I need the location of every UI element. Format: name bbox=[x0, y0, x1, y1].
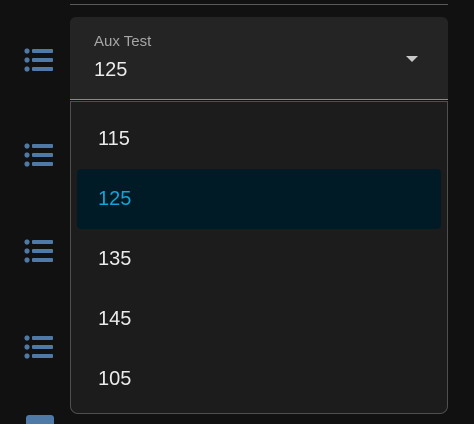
menu-option-135[interactable]: 135 bbox=[77, 229, 441, 289]
next-row bbox=[0, 415, 474, 424]
menu-option-115[interactable]: 115 bbox=[77, 109, 441, 169]
field-label: Aux Test bbox=[94, 33, 152, 50]
field-value: 125 bbox=[94, 59, 128, 81]
list-icon bbox=[24, 143, 53, 167]
dropdown-arrow-icon[interactable] bbox=[406, 56, 418, 62]
menu-option-125[interactable]: 125 bbox=[77, 169, 441, 229]
device-icon bbox=[26, 415, 54, 424]
list-icon bbox=[24, 48, 53, 72]
aux-test-select[interactable]: Aux Test 125 bbox=[70, 17, 448, 100]
top-divider bbox=[70, 4, 448, 5]
list-icon bbox=[24, 335, 53, 359]
menu-option-105[interactable]: 105 bbox=[77, 349, 441, 409]
list-icon bbox=[24, 239, 53, 263]
dropdown-menu: 115 125 135 145 105 bbox=[70, 101, 448, 414]
menu-option-145[interactable]: 145 bbox=[77, 289, 441, 349]
